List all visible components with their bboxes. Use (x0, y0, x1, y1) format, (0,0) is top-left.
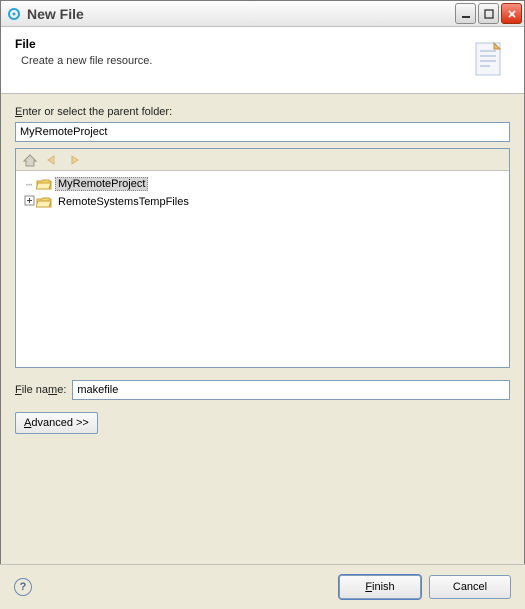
maximize-button[interactable] (478, 3, 499, 24)
banner-subtitle: Create a new file resource. (15, 55, 458, 67)
finish-button[interactable]: Finish (339, 575, 421, 599)
tree-item-remotesystemstempfiles[interactable]: RemoteSystemsTempFiles (18, 193, 507, 211)
tree-body: ⋯ MyRemoteProject RemoteSystemsTempFiles (16, 171, 509, 215)
new-file-icon (466, 37, 510, 81)
banner-text: File Create a new file resource. (15, 37, 458, 81)
wizard-banner: File Create a new file resource. (1, 27, 524, 94)
folder-open-icon (36, 195, 52, 209)
folder-open-icon (36, 177, 52, 191)
tree-item-myremoteproject[interactable]: ⋯ MyRemoteProject (18, 175, 507, 193)
banner-title: File (15, 37, 458, 51)
tree-item-label: MyRemoteProject (55, 177, 148, 191)
forward-icon[interactable] (66, 152, 82, 168)
tree-item-label: RemoteSystemsTempFiles (55, 195, 192, 209)
parent-folder-input[interactable] (15, 122, 510, 142)
minimize-button[interactable] (455, 3, 476, 24)
app-icon (7, 7, 21, 21)
close-button[interactable] (501, 3, 522, 24)
button-bar: ? Finish Cancel (0, 564, 525, 609)
filename-row: File name: (15, 380, 510, 400)
filename-input-wrap (72, 380, 510, 400)
tree-toolbar (16, 149, 509, 171)
parent-folder-label: Enter or select the parent folder: (15, 106, 510, 118)
cancel-button[interactable]: Cancel (429, 575, 511, 599)
advanced-button[interactable]: Advanced >> (15, 412, 98, 434)
folder-tree[interactable]: ⋯ MyRemoteProject RemoteSystemsTempFiles (15, 148, 510, 368)
tree-line: ⋯ (22, 178, 36, 191)
wizard-content: Enter or select the parent folder: ⋯ MyR… (1, 94, 524, 442)
filename-input[interactable] (72, 380, 510, 400)
window-title: New File (27, 6, 453, 22)
home-icon[interactable] (22, 152, 38, 168)
filename-label: File name: (15, 384, 66, 396)
titlebar: New File (1, 1, 524, 27)
help-icon[interactable]: ? (14, 578, 32, 596)
back-icon[interactable] (44, 152, 60, 168)
expand-icon[interactable] (22, 195, 36, 209)
